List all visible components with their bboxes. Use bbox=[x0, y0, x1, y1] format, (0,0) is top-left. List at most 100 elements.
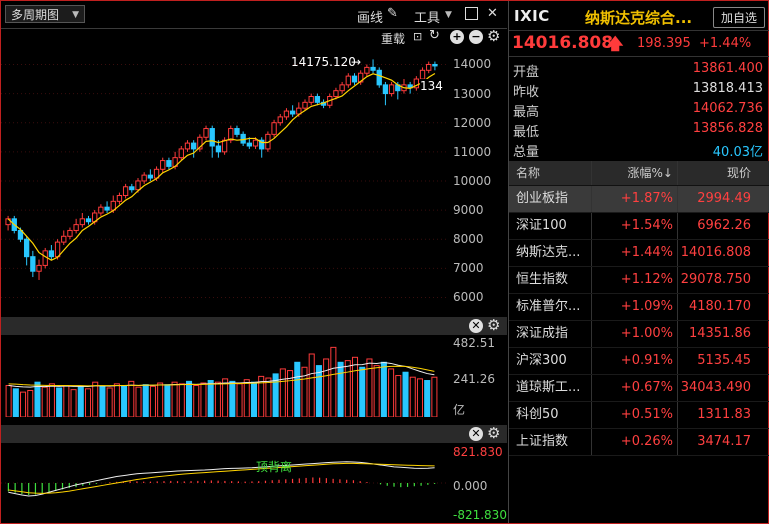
volume-bar bbox=[344, 360, 351, 417]
volume-bar bbox=[380, 361, 387, 417]
table-row[interactable]: 创业板指 +1.87% 2994.49 bbox=[509, 186, 769, 213]
candle bbox=[283, 110, 290, 118]
arrow-right-icon: → bbox=[351, 55, 362, 69]
volume-bar bbox=[243, 379, 250, 417]
refresh-icon[interactable]: ↻ bbox=[429, 28, 440, 43]
gear-icon[interactable]: ⚙ bbox=[487, 316, 500, 334]
row-name: 沪深300 bbox=[516, 353, 567, 368]
stat-row: 最高 14062.736 bbox=[513, 101, 763, 121]
volume-bar bbox=[330, 346, 337, 417]
period-dropdown[interactable]: 多周期图 ▼ bbox=[5, 5, 85, 23]
candle bbox=[184, 142, 191, 150]
volume-bar bbox=[106, 387, 113, 417]
price-tick: 14000 bbox=[453, 57, 492, 72]
candle bbox=[221, 139, 228, 153]
volume-bar bbox=[185, 380, 193, 417]
volume-bar bbox=[178, 383, 185, 417]
volume-bar bbox=[301, 366, 308, 417]
candle bbox=[116, 195, 123, 202]
candle bbox=[203, 128, 209, 138]
volume-bar bbox=[265, 377, 272, 417]
volume-bar bbox=[351, 356, 359, 417]
close-icon[interactable]: ✕ bbox=[469, 427, 483, 441]
candle bbox=[339, 84, 345, 92]
volume-axis-max: 482.51 bbox=[453, 336, 495, 350]
row-price: 6962.26 bbox=[697, 218, 751, 233]
volume-bar bbox=[20, 391, 27, 417]
table-row[interactable]: 科创50 +0.51% 1311.83 bbox=[509, 402, 769, 429]
candle bbox=[234, 128, 240, 135]
header-price[interactable]: 现价 bbox=[679, 161, 751, 185]
candle bbox=[382, 84, 389, 95]
zoom-out-icon[interactable]: − bbox=[469, 30, 483, 44]
candle bbox=[54, 241, 61, 258]
candle bbox=[370, 66, 376, 71]
table-row[interactable]: 深证成指 +1.00% 14351.86 bbox=[509, 321, 769, 348]
pencil-icon[interactable]: ✎ bbox=[387, 6, 398, 21]
row-price: 2994.49 bbox=[697, 191, 751, 206]
tools-button[interactable]: 工具 bbox=[414, 7, 440, 26]
table-row[interactable]: 标准普尔... +1.09% 4180.170 bbox=[509, 294, 769, 321]
close-icon[interactable]: ✕ bbox=[469, 319, 483, 333]
high-price-marker: 14175.120 bbox=[291, 55, 356, 69]
volume-bar bbox=[171, 381, 178, 417]
draw-line-button[interactable]: 画线 bbox=[357, 7, 383, 26]
candle bbox=[215, 145, 222, 153]
lock-icon[interactable]: ⊡ bbox=[413, 30, 422, 43]
quote-panel: IXIC 纳斯达克综合... 加自选 14016.808 🡅 198.395 +… bbox=[508, 1, 769, 523]
divider bbox=[509, 56, 769, 57]
stat-label: 最低 bbox=[513, 125, 540, 140]
candle bbox=[426, 63, 432, 71]
stat-row: 总量 40.03亿 bbox=[513, 141, 763, 161]
close-icon[interactable]: ✕ bbox=[487, 6, 498, 21]
table-row[interactable]: 深证100 +1.54% 6962.26 bbox=[509, 213, 769, 240]
header-change[interactable]: 涨幅%↓ bbox=[595, 161, 673, 185]
add-watchlist-button[interactable]: 加自选 bbox=[713, 7, 765, 28]
candle bbox=[432, 63, 438, 67]
table-row[interactable]: 道琼斯工... +0.67% 34043.490 bbox=[509, 375, 769, 402]
row-change: +1.09% bbox=[620, 299, 673, 314]
table-row[interactable]: 上证指数 +0.26% 3474.17 bbox=[509, 429, 769, 456]
row-name: 纳斯达克... bbox=[516, 245, 581, 260]
candle bbox=[104, 206, 110, 211]
header-name[interactable]: 名称 bbox=[516, 161, 596, 185]
price-tick: 11000 bbox=[453, 144, 492, 159]
candle bbox=[178, 148, 184, 159]
candlestick-chart[interactable] bbox=[1, 47, 446, 312]
row-price: 5135.45 bbox=[697, 353, 751, 368]
volume-bar bbox=[84, 388, 92, 417]
volume-bar bbox=[366, 358, 373, 417]
volume-bar bbox=[135, 386, 142, 417]
candle bbox=[79, 218, 85, 226]
table-row[interactable]: 恒生指数 +1.12% 29078.750 bbox=[509, 267, 769, 294]
table-row[interactable]: 纳斯达克... +1.44% 14016.808 bbox=[509, 240, 769, 267]
stat-row: 昨收 13818.413 bbox=[513, 81, 763, 101]
macd-chart[interactable] bbox=[1, 445, 446, 521]
volume-chart[interactable] bbox=[1, 337, 446, 417]
price-tick: 13000 bbox=[453, 86, 492, 101]
gear-icon[interactable]: ⚙ bbox=[487, 27, 500, 45]
row-price: 1311.83 bbox=[697, 407, 751, 422]
stat-row: 最低 13856.828 bbox=[513, 121, 763, 141]
volume-bar bbox=[5, 384, 12, 417]
volume-bar bbox=[409, 376, 416, 417]
zoom-in-icon[interactable]: + bbox=[450, 30, 464, 44]
volume-bar bbox=[250, 381, 258, 417]
reload-button[interactable]: 重载 bbox=[381, 30, 405, 47]
row-name: 恒生指数 bbox=[516, 272, 569, 287]
row-price: 14351.86 bbox=[688, 326, 751, 341]
macd-axis-zero: 0.000 bbox=[453, 479, 488, 493]
volume-bar bbox=[200, 382, 207, 417]
row-change: +1.12% bbox=[620, 272, 673, 287]
divider bbox=[509, 30, 769, 31]
fullscreen-icon[interactable] bbox=[465, 7, 478, 20]
volume-unit: 亿 bbox=[453, 403, 466, 417]
volume-bar bbox=[193, 384, 200, 417]
volume-bar bbox=[121, 384, 128, 417]
gear-icon[interactable]: ⚙ bbox=[487, 424, 500, 442]
volume-bar bbox=[308, 353, 315, 417]
price-tick: 10000 bbox=[453, 173, 492, 188]
table-row[interactable]: 沪深300 +0.91% 5135.45 bbox=[509, 348, 769, 375]
volume-bar bbox=[128, 380, 135, 417]
dea-line bbox=[8, 462, 435, 494]
